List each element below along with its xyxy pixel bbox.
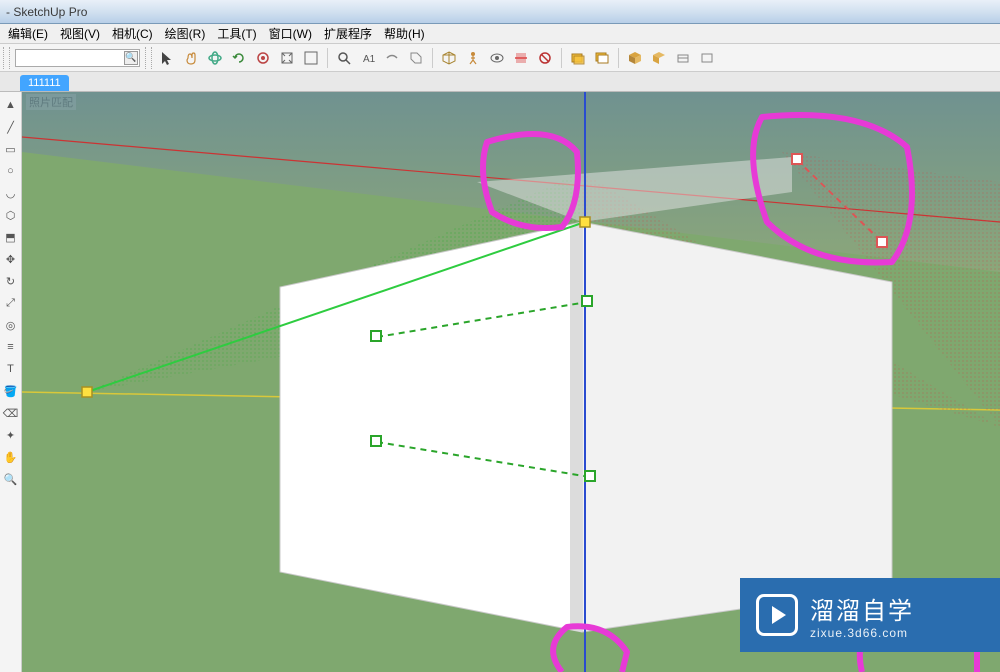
hand-icon[interactable] (180, 47, 202, 69)
viewport[interactable]: 照片匹配 (22, 92, 1000, 672)
offset-tool-icon[interactable]: ◎ (1, 315, 21, 335)
slice2-icon[interactable] (696, 47, 718, 69)
titlebar: - SketchUp Pro (0, 0, 1000, 24)
target-icon[interactable] (252, 47, 274, 69)
search-icon[interactable]: 🔍 (124, 51, 138, 65)
toolbar-separator-3 (561, 48, 562, 68)
walk-icon[interactable] (462, 47, 484, 69)
zoom-tool-icon[interactable]: 🔍 (1, 469, 21, 489)
svg-text:A1: A1 (363, 54, 376, 65)
move-tool-icon[interactable]: ✥ (1, 249, 21, 269)
text-tool-icon[interactable]: T (1, 359, 21, 379)
menu-window[interactable]: 窗口(W) (263, 23, 318, 44)
watermark-title: 溜溜自学 (810, 591, 914, 626)
watermark: 溜溜自学 zixue.3d66.com (740, 578, 1000, 652)
layers-icon[interactable] (567, 47, 589, 69)
menu-camera[interactable]: 相机(C) (106, 23, 159, 44)
line-tool-icon[interactable]: ╱ (1, 117, 21, 137)
toolbar-grip[interactable] (3, 47, 10, 69)
look-icon[interactable] (486, 47, 508, 69)
scene-tab-1[interactable]: 111111 (20, 75, 69, 91)
slice-icon[interactable] (672, 47, 694, 69)
zoom-icon[interactable] (333, 47, 355, 69)
paint-tool-icon[interactable]: 🪣 (1, 381, 21, 401)
orbit-tool-icon[interactable]: ✦ (1, 425, 21, 445)
main-toolbar: 🔍 A1 (0, 44, 1000, 72)
layers2-icon[interactable] (591, 47, 613, 69)
undo-icon[interactable]: A1 (357, 47, 379, 69)
watermark-subtitle: zixue.3d66.com (810, 626, 914, 640)
cube-icon[interactable] (624, 47, 646, 69)
play-icon (756, 594, 798, 636)
toolbar-separator-2 (432, 48, 433, 68)
arc-tool-icon[interactable]: ◡ (1, 183, 21, 203)
toolbar-separator-4 (618, 48, 619, 68)
scene-tabs: 111111 (0, 72, 1000, 92)
menu-help[interactable]: 帮助(H) (378, 23, 431, 44)
tape-tool-icon[interactable]: ≡ (1, 337, 21, 357)
poly-tool-icon[interactable]: ⬡ (1, 205, 21, 225)
menu-draw[interactable]: 绘图(R) (159, 23, 212, 44)
redo-icon[interactable] (381, 47, 403, 69)
eraser-tool-icon[interactable]: ⌫ (1, 403, 21, 423)
toolbar-separator (327, 48, 328, 68)
cube2-icon[interactable] (648, 47, 670, 69)
window-title: - SketchUp Pro (6, 5, 87, 19)
menu-edit[interactable]: 编辑(E) (2, 23, 54, 44)
rotate-tool-icon[interactable]: ↻ (1, 271, 21, 291)
tag-icon[interactable] (405, 47, 427, 69)
sync-icon[interactable] (228, 47, 250, 69)
toolbar-grip-2[interactable] (145, 47, 152, 69)
section-icon[interactable] (510, 47, 532, 69)
xray-icon[interactable] (534, 47, 556, 69)
left-toolbar: ▲ ╱ ▭ ○ ◡ ⬡ ⬒ ✥ ↻ ⤢ ◎ ≡ T 🪣 ⌫ ✦ ✋ 🔍 (0, 92, 22, 672)
menu-view[interactable]: 视图(V) (54, 23, 106, 44)
iso-icon[interactable] (438, 47, 460, 69)
push-tool-icon[interactable]: ⬒ (1, 227, 21, 247)
search-input[interactable]: 🔍 (15, 49, 140, 67)
menu-tools[interactable]: 工具(T) (211, 23, 262, 44)
menu-extensions[interactable]: 扩展程序 (318, 23, 378, 44)
menubar: 编辑(E) 视图(V) 相机(C) 绘图(R) 工具(T) 窗口(W) 扩展程序… (0, 24, 1000, 44)
fullscreen-icon[interactable] (300, 47, 322, 69)
arrow-icon[interactable] (156, 47, 178, 69)
pan-tool-icon[interactable]: ✋ (1, 447, 21, 467)
orbit-icon[interactable] (204, 47, 226, 69)
rect-tool-icon[interactable]: ▭ (1, 139, 21, 159)
scale-tool-icon[interactable]: ⤢ (1, 293, 21, 313)
select-tool-icon[interactable]: ▲ (1, 95, 21, 115)
expand-icon[interactable] (276, 47, 298, 69)
circle-tool-icon[interactable]: ○ (1, 161, 21, 181)
